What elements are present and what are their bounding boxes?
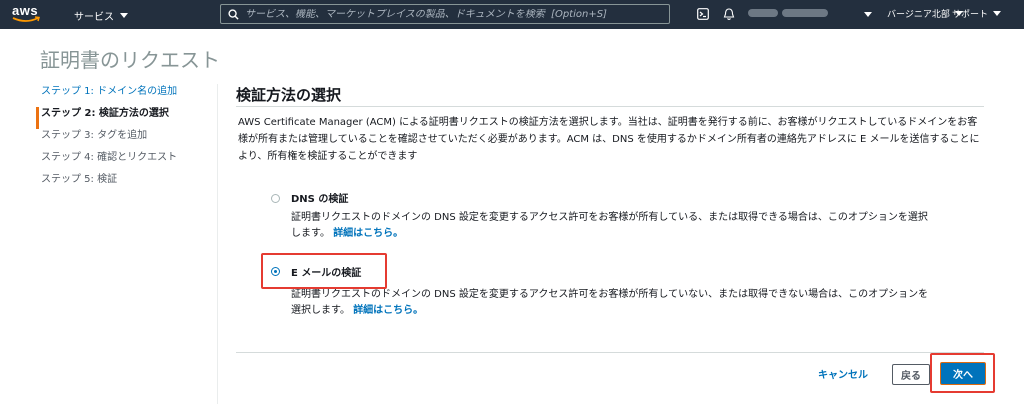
dns-validation-radio[interactable] <box>271 194 280 203</box>
section-title: 検証方法の選択 <box>236 86 342 104</box>
services-menu-button[interactable]: サービス <box>74 8 128 23</box>
back-button[interactable]: 戻る <box>892 364 930 385</box>
page-title: 証明書のリクエスト <box>40 48 220 72</box>
cancel-button[interactable]: キャンセル <box>818 366 868 381</box>
top-nav-bar: aws サービス バージニア北部 サポート <box>0 0 1024 29</box>
region-label: バージニア北部 <box>887 10 950 20</box>
support-menu-button[interactable]: サポート <box>952 7 1002 20</box>
dns-validation-label[interactable]: DNS の検証 <box>291 190 348 205</box>
sidebar-divider <box>217 84 218 404</box>
account-id-redacted <box>782 9 828 17</box>
account-caret-icon[interactable] <box>864 12 872 17</box>
footer-divider <box>236 352 984 353</box>
email-learn-more-link[interactable]: 詳細はこちら。 <box>353 305 423 316</box>
dns-learn-more-link[interactable]: 詳細はこちら。 <box>333 228 403 239</box>
aws-logo[interactable]: aws <box>12 4 46 26</box>
cloudshell-icon[interactable] <box>697 8 709 20</box>
step-3: ステップ 3: タグを追加 <box>41 130 148 141</box>
support-label: サポート <box>952 10 989 20</box>
section-description: AWS Certificate Manager (ACM) による証明書リクエス… <box>238 117 980 162</box>
email-option-highlight-box <box>261 253 387 289</box>
email-validation-description: 証明書リクエストのドメインの DNS 設定を変更するアクセス許可をお客様が所有し… <box>291 287 931 319</box>
caret-down-icon <box>120 13 128 18</box>
step-5: ステップ 5: 検証 <box>41 174 118 185</box>
account-menu-button[interactable] <box>748 9 838 19</box>
next-button-highlight-box <box>930 353 995 393</box>
dns-validation-description: 証明書リクエストのドメインの DNS 設定を変更するアクセス許可をお客様が所有し… <box>291 210 931 242</box>
step-1-link[interactable]: ステップ 1: ドメイン名の追加 <box>36 85 177 107</box>
step-2-current: ステップ 2: 検証方法の選択 <box>36 107 177 129</box>
search-input[interactable] <box>245 8 669 20</box>
search-icon <box>228 9 239 20</box>
step-4: ステップ 4: 確認とリクエスト <box>41 152 178 163</box>
section-divider <box>236 106 984 107</box>
account-name-redacted <box>748 9 778 17</box>
services-label: サービス <box>74 12 114 23</box>
bell-icon[interactable] <box>723 8 735 21</box>
support-caret-icon <box>993 11 1002 16</box>
aws-smile-icon <box>12 16 40 22</box>
global-search <box>220 4 670 24</box>
wizard-steps: ステップ 1: ドメイン名の追加 ステップ 2: 検証方法の選択 ステップ 3:… <box>36 85 177 195</box>
